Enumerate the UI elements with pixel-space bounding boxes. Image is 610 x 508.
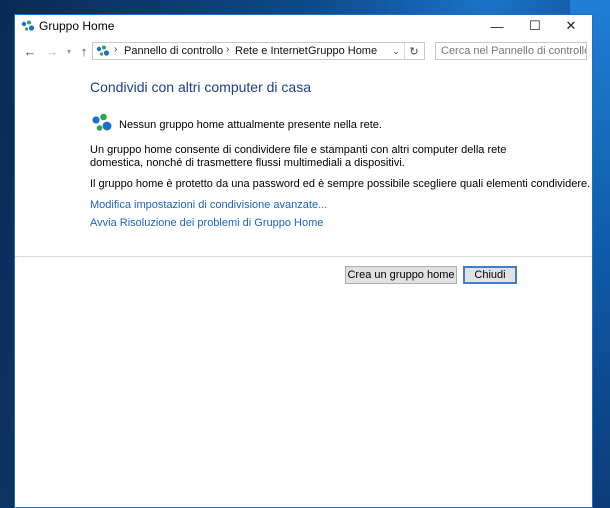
back-arrow-icon[interactable]: ← — [21, 42, 39, 60]
password-note-text: Il gruppo home è protetto da una passwor… — [90, 178, 591, 190]
forward-arrow-icon[interactable]: → — [43, 42, 61, 60]
title-bar[interactable]: Gruppo Home — ☐ ✕ — [15, 15, 592, 37]
homegroup-icon — [96, 45, 110, 56]
maximize-button[interactable]: ☐ — [518, 15, 552, 37]
refresh-icon[interactable]: ↻ — [404, 43, 423, 59]
create-homegroup-button[interactable]: Crea un gruppo home — [345, 266, 457, 284]
breadcrumb-homegroup[interactable]: Gruppo Home — [308, 45, 377, 57]
homegroup-window: Gruppo Home — ☐ ✕ ← → ▾ ↑ › Pannello di … — [14, 14, 593, 508]
search-input[interactable]: Cerca nel Pannello di controllo — [435, 42, 587, 60]
description-text: Un gruppo home consente di condividere f… — [90, 144, 507, 169]
close-window-button[interactable]: ✕ — [554, 15, 588, 37]
advanced-sharing-settings-link[interactable]: Modifica impostazioni di condivisione av… — [90, 199, 327, 211]
breadcrumb-separator: › — [114, 44, 118, 55]
address-dropdown-chevron-icon[interactable]: ⌄ — [389, 43, 403, 59]
breadcrumb-separator: › — [226, 44, 230, 55]
page-title: Condividi con altri computer di casa — [90, 79, 311, 95]
up-arrow-icon[interactable]: ↑ — [75, 42, 93, 60]
footer-divider — [15, 256, 592, 257]
breadcrumb-separator: › — [298, 44, 302, 55]
address-bar[interactable]: › Pannello di controllo › Rete e Interne… — [92, 42, 425, 60]
breadcrumb-control-panel[interactable]: Pannello di controllo — [124, 45, 223, 57]
minimize-button[interactable]: — — [480, 15, 514, 37]
window-title: Gruppo Home — [39, 19, 115, 33]
breadcrumb-network-internet[interactable]: Rete e Internet — [235, 45, 308, 57]
navigation-bar: ← → ▾ ↑ › Pannello di controllo › Rete e… — [15, 39, 592, 65]
status-message: Nessun gruppo home attualmente presente … — [119, 119, 382, 131]
close-button[interactable]: Chiudi — [463, 266, 517, 284]
homegroup-icon — [21, 20, 35, 31]
homegroup-status-icon — [92, 113, 112, 131]
troubleshoot-homegroup-link[interactable]: Avvia Risoluzione dei problemi di Gruppo… — [90, 217, 323, 229]
